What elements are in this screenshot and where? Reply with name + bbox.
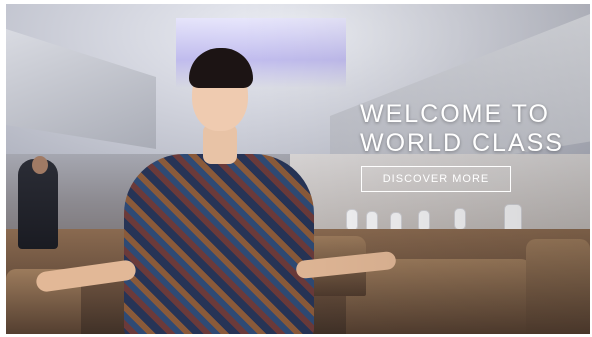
hero-headline: WELCOME TO WORLD CLASS xyxy=(360,100,575,158)
discover-more-button[interactable]: DISCOVER MORE xyxy=(361,166,511,192)
hero-headline-line2: WORLD CLASS xyxy=(360,129,564,157)
hero-headline-line1: WELCOME TO xyxy=(360,100,550,128)
discover-more-label: DISCOVER MORE xyxy=(382,173,490,185)
